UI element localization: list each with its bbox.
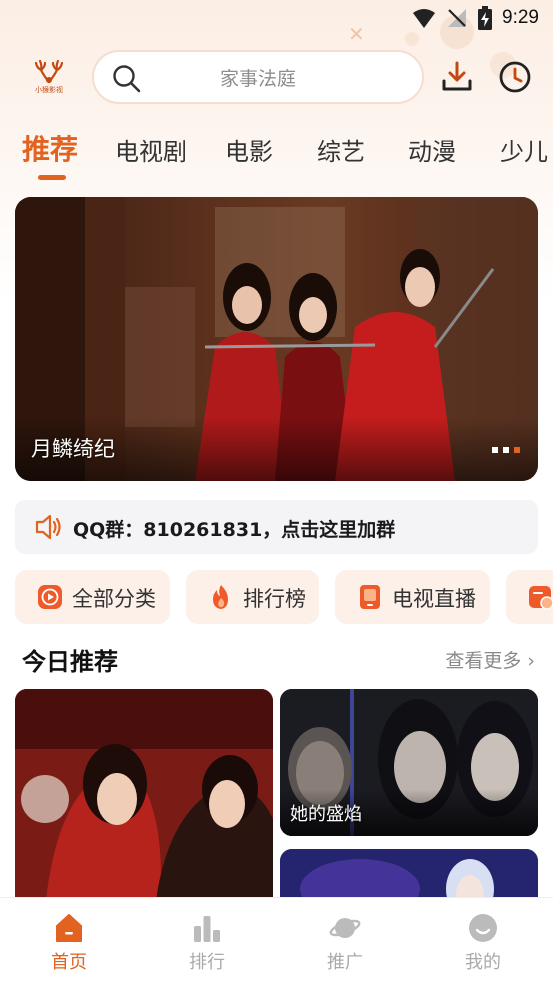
tab-variety[interactable]: 综艺	[317, 132, 365, 167]
antlers-logo-icon	[34, 59, 64, 83]
logo-text: 小猴影视	[35, 85, 63, 94]
pagination-dot[interactable]	[492, 447, 498, 453]
recommend-card[interactable]: 她的盛焰	[280, 689, 538, 836]
nav-label: 我的	[465, 952, 501, 973]
tab-movies[interactable]: 电影	[225, 132, 273, 167]
see-more-link[interactable]: 查看更多 ›	[445, 646, 535, 673]
nav-label: 首页	[51, 952, 87, 973]
search-icon	[113, 65, 141, 93]
app-logo: 小猴影视	[26, 56, 72, 96]
quick-label: 排行榜	[243, 587, 306, 611]
bottom-navigation: 首页 排行 推广 我的	[0, 897, 553, 983]
tv-icon	[360, 585, 380, 609]
quick-label: 电视直播	[392, 587, 476, 611]
nav-profile[interactable]: 我的	[414, 898, 552, 983]
nav-promote[interactable]: 推广	[276, 898, 414, 983]
tab-recommend[interactable]: 推荐	[22, 128, 78, 168]
nav-label: 排行	[189, 952, 225, 973]
no-signal-icon	[448, 9, 467, 27]
download-icon[interactable]	[440, 60, 474, 94]
section-title: 今日推荐	[22, 648, 118, 676]
banner-pagination	[492, 447, 520, 453]
search-placeholder: 家事法庭	[219, 67, 296, 90]
status-time: 9:29	[502, 7, 539, 28]
nav-ranking[interactable]: 排行	[138, 898, 276, 983]
schedule-button[interactable]	[506, 570, 553, 624]
qq-group-notice[interactable]: QQ群：810261831，点击这里加群	[15, 500, 538, 554]
category-tabs: 推荐 电视剧 电影 综艺 动漫 少儿	[0, 128, 553, 184]
tab-anime[interactable]: 动漫	[408, 132, 456, 167]
notice-text: QQ群：810261831，点击这里加群	[73, 519, 396, 541]
active-tab-indicator	[38, 175, 66, 180]
history-clock-icon[interactable]	[498, 60, 532, 94]
ranking-button[interactable]: 排行榜	[186, 570, 319, 624]
tv-live-button[interactable]: 电视直播	[335, 570, 490, 624]
profile-icon	[469, 914, 497, 942]
banner-title: 月鳞绮纪	[31, 437, 115, 461]
search-input[interactable]: 家事法庭	[92, 50, 424, 104]
schedule-icon	[529, 586, 553, 610]
pagination-dot[interactable]	[503, 447, 509, 453]
wifi-icon	[413, 9, 436, 28]
card-title: 她的盛焰	[290, 804, 362, 825]
play-icon	[38, 585, 62, 609]
all-categories-button[interactable]: 全部分类	[15, 570, 170, 624]
planet-icon	[329, 918, 361, 938]
status-bar: 9:29	[0, 0, 553, 38]
bar-chart-icon	[194, 916, 220, 942]
tab-kids[interactable]: 少儿	[500, 132, 548, 167]
card-poster	[15, 689, 273, 909]
battery-charging-icon	[478, 6, 493, 30]
tab-tv-series[interactable]: 电视剧	[115, 132, 187, 167]
nav-label: 推广	[327, 952, 363, 973]
pagination-dot-active[interactable]	[514, 447, 520, 453]
nav-home[interactable]: 首页	[0, 898, 138, 983]
home-icon	[56, 914, 82, 942]
fire-icon	[213, 585, 228, 609]
quick-label: 全部分类	[72, 587, 156, 611]
featured-banner[interactable]: 月鳞绮纪	[15, 197, 538, 481]
speaker-icon	[35, 514, 61, 540]
app-header: 小猴影视 家事法庭	[0, 48, 553, 106]
recommend-card[interactable]	[15, 689, 273, 909]
